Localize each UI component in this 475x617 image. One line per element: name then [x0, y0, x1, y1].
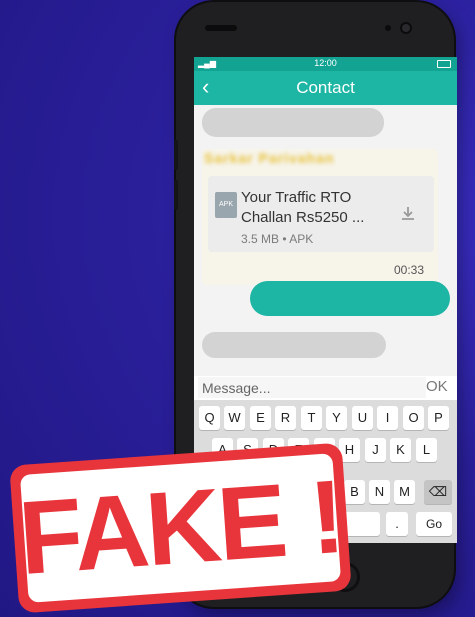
key-i[interactable]: I	[377, 406, 398, 430]
earpiece-speaker	[205, 25, 237, 31]
key-n[interactable]: N	[369, 480, 390, 504]
key-q[interactable]: Q	[199, 406, 220, 430]
incoming-bubble-placeholder	[202, 108, 384, 137]
sensor-dot	[385, 25, 391, 31]
download-icon[interactable]	[399, 205, 417, 228]
incoming-bubble-placeholder-2	[202, 332, 386, 358]
status-bar: ▂▄▆ 12:00	[194, 57, 457, 71]
status-time: 12:00	[314, 58, 337, 68]
key-j[interactable]: J	[365, 438, 386, 462]
key-k[interactable]: K	[390, 438, 411, 462]
key-o[interactable]: O	[403, 406, 424, 430]
outgoing-bubble-placeholder	[250, 281, 450, 316]
stamp-text: FAKE !	[15, 458, 346, 598]
key-b[interactable]: B	[344, 480, 365, 504]
key-r[interactable]: R	[275, 406, 296, 430]
fake-stamp: FAKE !	[9, 442, 352, 614]
contact-title: Contact	[296, 78, 355, 97]
key-period[interactable]: .	[386, 512, 408, 536]
file-meta: 3.5 MB • APK	[241, 232, 314, 246]
message-composer: OK	[194, 376, 457, 400]
message-time: 00:33	[394, 263, 425, 277]
key-t[interactable]: T	[301, 406, 322, 430]
volume-button-2	[174, 180, 178, 210]
ok-button[interactable]: OK	[426, 378, 448, 395]
file-name: Your Traffic RTO Challan Rs5250 ...	[241, 189, 365, 226]
key-y[interactable]: Y	[326, 406, 347, 430]
key-e[interactable]: E	[250, 406, 271, 430]
go-button[interactable]: Go	[416, 512, 452, 536]
message-input[interactable]	[198, 377, 426, 398]
app-bar: ‹ Contact	[194, 71, 457, 105]
key-w[interactable]: W	[224, 406, 245, 430]
key-u[interactable]: U	[352, 406, 373, 430]
key-m[interactable]: M	[394, 480, 415, 504]
key-l[interactable]: L	[416, 438, 437, 462]
apk-file-icon: APK	[215, 192, 237, 218]
front-camera	[400, 22, 412, 34]
backspace-icon[interactable]: ⌫	[424, 480, 452, 504]
key-p[interactable]: P	[428, 406, 449, 430]
volume-button	[174, 140, 178, 170]
sender-name-blurred: Sarkar Parivahan	[204, 150, 335, 166]
battery-icon	[437, 60, 451, 68]
